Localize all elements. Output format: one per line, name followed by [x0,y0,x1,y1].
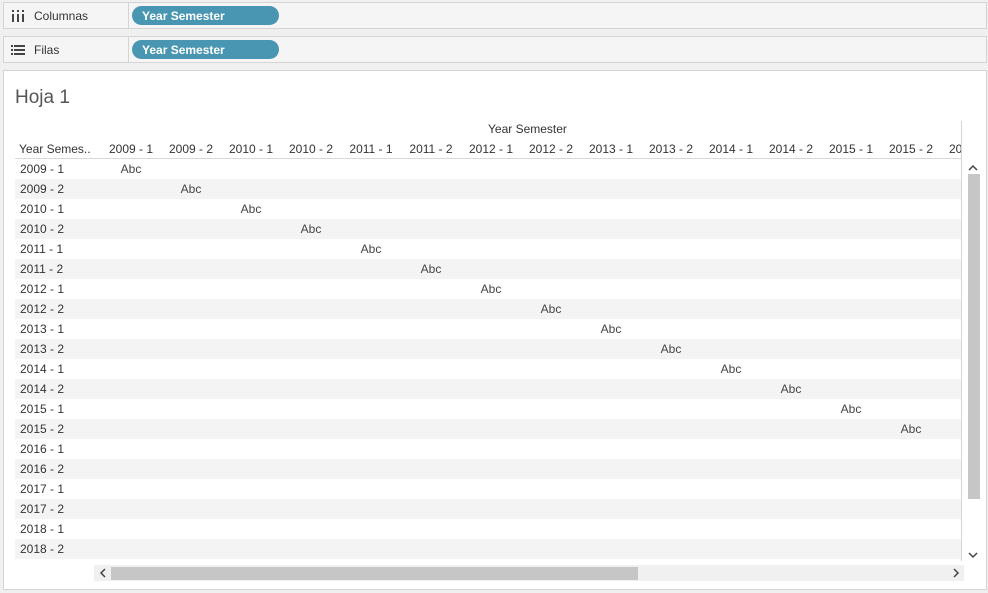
table-row: 2017 - 2 [15,499,961,519]
scroll-right-icon[interactable] [950,567,962,579]
row-field-header[interactable]: Year Semes.. [19,142,91,156]
table-row: 2010 - 2 Abc [15,219,961,239]
rows-shelf-label: Filas [4,37,129,62]
row-header[interactable]: 2014 - 1 [20,362,64,376]
scroll-divider [961,121,962,561]
table-row: 2010 - 1 Abc [15,199,961,219]
column-header[interactable]: 2011 - 2 [401,142,461,156]
row-header[interactable]: 2011 - 1 [20,242,63,256]
row-header[interactable]: 2014 - 2 [20,382,64,396]
row-header[interactable]: 2012 - 1 [20,282,64,296]
table-cell[interactable]: Abc [761,382,821,396]
column-header[interactable]: 2014 - 2 [761,142,821,156]
row-header[interactable]: 2013 - 2 [20,342,64,356]
row-header[interactable]: 2009 - 2 [20,182,64,196]
columns-shelf[interactable]: Columnas Year Semester [3,2,987,29]
row-header[interactable]: 2009 - 1 [20,162,64,176]
columns-shelf-label: Columnas [4,3,129,28]
table-row: 2018 - 2 [15,539,961,559]
table-row: 2009 - 1 Abc [15,159,961,179]
column-headers: 2009 - 1 2009 - 2 2010 - 1 2010 - 2 2011 - 1… [101,142,961,158]
column-header[interactable]: 2010 - 1 [221,142,281,156]
table-cell[interactable]: Abc [101,162,161,176]
table-row: 2009 - 2 Abc [15,179,961,199]
column-header[interactable]: 2012 - 2 [521,142,581,156]
vertical-scrollbar[interactable] [965,159,981,563]
table-cell[interactable]: Abc [401,262,461,276]
horizontal-scroll-thumb[interactable] [111,567,638,580]
table-row: 2017 - 1 [15,479,961,499]
scroll-left-icon[interactable] [96,567,108,579]
table-row: 2012 - 1 Abc [15,279,961,299]
table-cell[interactable]: Abc [221,202,281,216]
table-cell[interactable]: Abc [281,222,341,236]
row-header[interactable]: 2017 - 1 [20,482,64,496]
row-header[interactable]: 2010 - 2 [20,222,64,236]
column-header[interactable]: 2016 - 1 [941,142,961,156]
column-header[interactable]: 2015 - 2 [881,142,941,156]
column-header[interactable]: 2009 - 2 [161,142,221,156]
column-header[interactable]: 2013 - 2 [641,142,701,156]
rows-year-semester-pill[interactable]: Year Semester [132,40,279,59]
rows-shelf[interactable]: Filas Year Semester [3,36,987,63]
sheet-title: Hoja 1 [15,87,70,108]
column-header[interactable]: 2010 - 2 [281,142,341,156]
table-row: 2012 - 2 Abc [15,299,961,319]
table-cell[interactable]: Abc [461,282,521,296]
column-header[interactable]: 2015 - 1 [821,142,881,156]
table-row: 2011 - 1 Abc [15,239,961,259]
columns-icon [10,9,26,23]
table-cell[interactable]: Abc [701,362,761,376]
rows-list-icon [10,43,26,57]
row-header[interactable]: 2011 - 2 [20,262,63,276]
row-header[interactable]: 2017 - 2 [20,502,64,516]
table-row: 2013 - 1 Abc [15,319,961,339]
row-header[interactable]: 2016 - 2 [20,462,64,476]
table-cell[interactable]: Abc [161,182,221,196]
column-header[interactable]: 2009 - 1 [101,142,161,156]
column-header[interactable]: 2011 - 1 [341,142,401,156]
table-row: 2011 - 2 Abc [15,259,961,279]
table-row: 2014 - 1 Abc [15,359,961,379]
row-header[interactable]: 2015 - 2 [20,422,64,436]
table-cell[interactable]: Abc [821,402,881,416]
table-row: 2016 - 1 [15,439,961,459]
row-header[interactable]: 2016 - 1 [20,442,64,456]
table-row: 2015 - 2 Abc [15,419,961,439]
table-row: 2014 - 2 Abc [15,379,961,399]
worksheet-canvas: Hoja 1 Year Semester Year Semes.. 2009 -… [3,70,987,590]
vertical-scroll-thumb[interactable] [968,174,980,499]
horizontal-scrollbar[interactable] [94,565,964,581]
table-cell[interactable]: Abc [641,342,701,356]
columns-label-text: Columnas [34,8,89,23]
row-header[interactable]: 2010 - 1 [20,202,64,216]
table-row: 2015 - 1 Abc [15,399,961,419]
scroll-up-icon[interactable] [967,161,979,173]
table-row: 2013 - 2 Abc [15,339,961,359]
table-row: 2018 - 1 [15,519,961,539]
column-header[interactable]: 2012 - 1 [461,142,521,156]
rows-label-text: Filas [34,42,60,57]
columns-year-semester-pill[interactable]: Year Semester [132,6,279,25]
table-cell[interactable]: Abc [881,422,941,436]
row-header[interactable]: 2018 - 1 [20,522,64,536]
row-header[interactable]: 2015 - 1 [20,402,64,416]
row-header[interactable]: 2012 - 2 [20,302,64,316]
column-header[interactable]: 2014 - 1 [701,142,761,156]
table-cell[interactable]: Abc [521,302,581,316]
scroll-down-icon[interactable] [967,549,979,561]
table-row: 2016 - 2 [15,459,961,479]
table-cell[interactable]: Abc [581,322,641,336]
column-header[interactable]: 2013 - 1 [581,142,641,156]
table-cell[interactable]: Abc [341,242,401,256]
row-header[interactable]: 2013 - 1 [20,322,64,336]
crosstab-grid: 2009 - 1 Abc 2009 - 2 Abc 2010 - 1 Abc 2010 - … [15,159,961,559]
row-header[interactable]: 2018 - 2 [20,542,64,556]
column-field-title: Year Semester [488,122,567,136]
